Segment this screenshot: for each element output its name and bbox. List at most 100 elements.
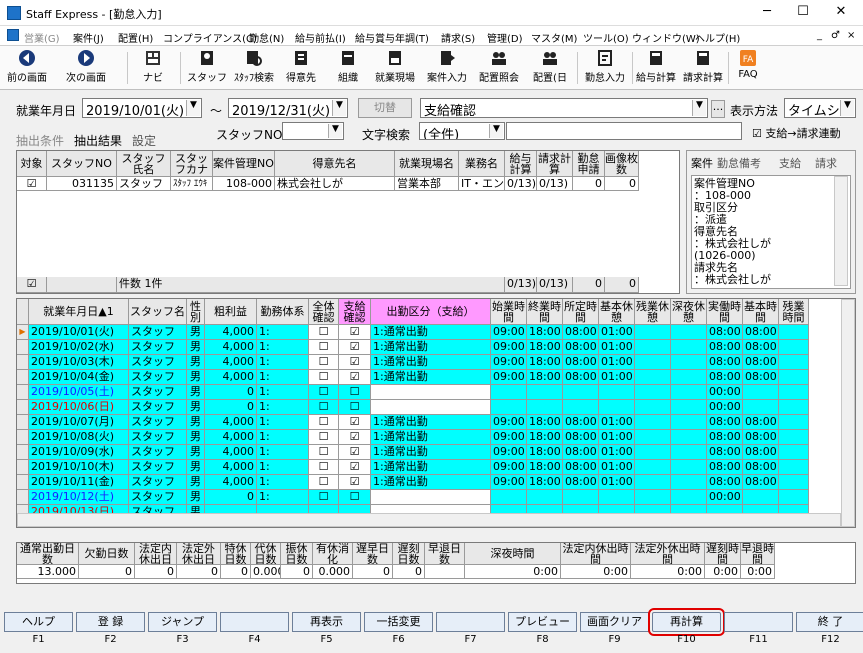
date-to-field[interactable]: 2019/12/31(火) ▼ [228, 98, 348, 118]
staff-name-cell[interactable]: スタッフ [129, 490, 187, 505]
menu-attendance[interactable]: 勤怠(N) [249, 30, 284, 45]
night-break-cell[interactable] [671, 370, 707, 385]
gross-profit-cell[interactable]: 0 [205, 385, 257, 400]
work-pattern-cell[interactable]: 1: [257, 340, 309, 355]
start-time-cell[interactable]: 09:00 [491, 460, 527, 475]
menu-billing[interactable]: 請求(S) [441, 30, 475, 45]
col-header[interactable]: 対象 [17, 151, 47, 177]
attendance-type-cell[interactable]: 1:通常出勤 [371, 370, 491, 385]
menu-master[interactable]: マスタ(M) [531, 30, 577, 45]
overtime-time-cell[interactable] [779, 370, 809, 385]
menu-admin[interactable]: 管理(D) [487, 30, 523, 45]
gender-cell[interactable]: 男 [187, 415, 205, 430]
staff-name-cell[interactable]: スタッフ [129, 370, 187, 385]
scheduled-time-cell[interactable] [563, 385, 599, 400]
gender-cell[interactable]: 男 [187, 385, 205, 400]
overtime-time-cell[interactable] [779, 460, 809, 475]
scheduled-time-cell[interactable] [563, 400, 599, 415]
staff-name-cell[interactable]: スタッフ [129, 385, 187, 400]
mdi-restore-button[interactable]: ♂ [831, 30, 840, 41]
base-time-cell[interactable] [743, 400, 779, 415]
base-time-cell[interactable]: 08:00 [743, 340, 779, 355]
fkey-f3-button[interactable]: ジャンプ [148, 612, 217, 632]
row-header[interactable] [17, 385, 29, 400]
actual-time-cell[interactable]: 08:00 [707, 415, 743, 430]
faq-button[interactable]: FA FAQ [734, 48, 762, 88]
actual-time-cell[interactable]: 08:00 [707, 340, 743, 355]
col-header-attendance-type[interactable]: 出勤区分（支給） [371, 299, 491, 325]
overtime-break-cell[interactable] [635, 370, 671, 385]
overall-confirm-cell[interactable]: ☐ [309, 445, 339, 460]
start-time-cell[interactable] [491, 490, 527, 505]
assignment-inquiry-button[interactable]: 配置照会 [476, 48, 522, 88]
row-header[interactable] [17, 475, 29, 490]
base-time-cell[interactable]: 08:00 [743, 325, 779, 340]
scheduled-time-cell[interactable] [563, 490, 599, 505]
link-checkbox[interactable]: ☑ 支給→請求連動 [752, 125, 841, 141]
work-date-cell[interactable]: 2019/10/05(土) [29, 385, 129, 400]
row-header[interactable] [17, 490, 29, 505]
overtime-time-cell[interactable] [779, 340, 809, 355]
end-time-cell[interactable] [527, 385, 563, 400]
organization-button[interactable]: 組織 [334, 48, 362, 88]
col-header-start-time[interactable]: 始業時間 [491, 299, 527, 325]
gender-cell[interactable]: 男 [187, 325, 205, 340]
attendance-type-cell[interactable]: 1:通常出勤 [371, 460, 491, 475]
night-break-cell[interactable] [671, 355, 707, 370]
menu-case[interactable]: 案件(J) [73, 30, 104, 45]
col-header-pay-confirm[interactable]: 支給確認 [339, 299, 371, 325]
menu-compliance[interactable]: コンプライアンス(C) [163, 30, 257, 45]
night-break-cell[interactable] [671, 415, 707, 430]
pay-confirm-cell[interactable]: ☐ [339, 400, 371, 415]
overtime-break-cell[interactable] [635, 445, 671, 460]
overall-confirm-cell[interactable]: ☐ [309, 385, 339, 400]
mdi-minimize-button[interactable]: _ [817, 30, 822, 41]
start-time-cell[interactable]: 09:00 [491, 415, 527, 430]
overall-confirm-cell[interactable]: ☐ [309, 340, 339, 355]
fkey-f7-button[interactable] [436, 612, 505, 632]
col-header[interactable]: 業務名 [459, 151, 505, 177]
col-header[interactable]: 得意先名 [275, 151, 395, 177]
col-header-night-break[interactable]: 深夜休憩 [671, 299, 707, 325]
work-date-cell[interactable]: 2019/10/01(火) [29, 325, 129, 340]
col-header[interactable]: 画像枚数 [605, 151, 639, 177]
overtime-time-cell[interactable] [779, 475, 809, 490]
chevron-down-icon[interactable]: ▼ [692, 100, 706, 116]
staff-button[interactable]: スタッフ [187, 48, 227, 88]
staff-name-cell[interactable]: スタッフ [129, 460, 187, 475]
row-header[interactable] [17, 340, 29, 355]
overtime-time-cell[interactable] [779, 415, 809, 430]
col-header[interactable]: 案件管理NO [213, 151, 275, 177]
chevron-down-icon[interactable]: ▼ [489, 124, 503, 138]
attendance-type-cell[interactable]: 1:通常出勤 [371, 430, 491, 445]
col-header-gross-profit[interactable]: 粗利益 [205, 299, 257, 325]
base-time-cell[interactable]: 08:00 [743, 445, 779, 460]
work-date-cell[interactable]: 2019/10/09(水) [29, 445, 129, 460]
overall-confirm-cell[interactable]: ☐ [309, 370, 339, 385]
display-method-select[interactable]: タイムシ ▼ [784, 98, 856, 118]
chevron-down-icon[interactable]: ▼ [840, 100, 854, 116]
overtime-break-cell[interactable] [635, 430, 671, 445]
overtime-break-cell[interactable] [635, 325, 671, 340]
end-time-cell[interactable] [527, 490, 563, 505]
menu-advance-pay[interactable]: 給与前払(I) [295, 30, 346, 45]
gross-profit-cell[interactable]: 4,000 [205, 325, 257, 340]
row-header[interactable] [17, 460, 29, 475]
col-header[interactable]: 就業現場名 [395, 151, 459, 177]
row-header[interactable] [17, 400, 29, 415]
end-time-cell[interactable]: 18:00 [527, 460, 563, 475]
overall-confirm-cell[interactable]: ☐ [309, 475, 339, 490]
end-time-cell[interactable]: 18:00 [527, 370, 563, 385]
menu-sales[interactable]: 営業(G) [24, 30, 60, 45]
base-break-cell[interactable]: 01:00 [599, 460, 635, 475]
base-time-cell[interactable]: 08:00 [743, 475, 779, 490]
row-header[interactable] [17, 370, 29, 385]
gender-cell[interactable]: 男 [187, 400, 205, 415]
work-pattern-cell[interactable]: 1: [257, 445, 309, 460]
base-break-cell[interactable]: 01:00 [599, 340, 635, 355]
start-time-cell[interactable] [491, 385, 527, 400]
attendance-type-cell[interactable]: 1:通常出勤 [371, 475, 491, 490]
work-date-cell[interactable]: 2019/10/07(月) [29, 415, 129, 430]
overtime-time-cell[interactable] [779, 385, 809, 400]
col-header[interactable]: 給与計算 [505, 151, 537, 177]
